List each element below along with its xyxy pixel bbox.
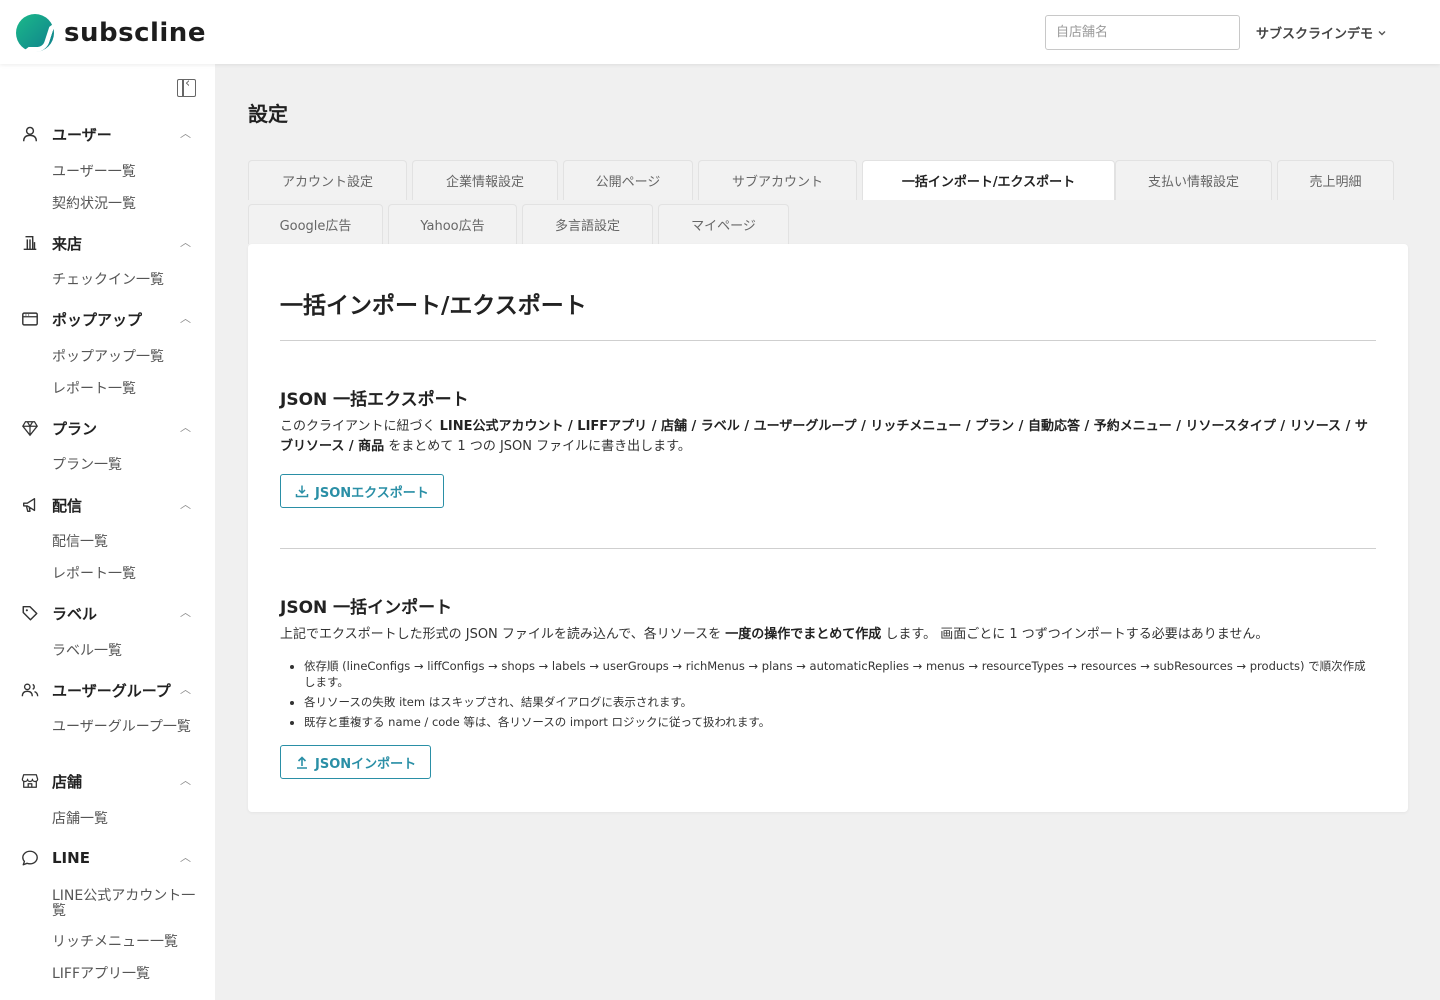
json-export-button-label: JSONエクスポート [315,485,429,501]
chevron-up-icon: ︿ [180,421,191,434]
divider [280,340,1376,341]
tab-public-page[interactable]: 公開ページ [563,160,693,200]
megaphone-icon [20,495,40,515]
sidebar-item-broadcast-list[interactable]: 配信一覧 [52,535,202,550]
sidebar-group-visit[interactable]: 来店 ︿ [20,232,195,254]
chevron-up-icon: ︿ [180,312,191,325]
sidebar-group-label: 店舗 [52,772,83,791]
upload-icon [297,756,307,769]
sidebar-item-contract-status[interactable]: 契約状況一覧 [52,197,202,212]
json-import-button[interactable]: JSONインポート [280,745,432,779]
tab-sales-details[interactable]: 売上明細 [1277,160,1394,200]
sidebar-group-label: LINE [52,849,90,867]
import-description: 上記でエクスポートした形式の JSON ファイルを読み込んで、各リソースを 一度… [280,625,1376,645]
top-header: subscline サブスクラインデモ [0,0,1440,64]
list-item: 依存順 (lineConfigs → liffConfigs → shops →… [304,658,1376,690]
tab-yahoo-ads[interactable]: Yahoo広告 [388,204,517,244]
page-title: 設定 [248,102,288,126]
sidebar-item-line-account-list[interactable]: LINE公式アカウント一覧 [52,889,202,919]
json-import-button-label: JSONインポート [315,756,417,772]
import-desc-suffix: します。 画面ごとに 1 つずつインポートする必要はありません。 [881,627,1269,642]
sidebar-group-label: ユーザー [52,125,112,144]
tab-account-settings[interactable]: アカウント設定 [248,160,407,200]
sidebar-group-label: 来店 [52,234,83,253]
sidebar-group-broadcast[interactable]: 配信 ︿ [20,494,195,516]
tag-icon [20,603,40,623]
sidebar-group-user[interactable]: ユーザー ︿ [20,123,195,145]
sidebar-group-label[interactable]: ラベル ︿ [20,602,195,624]
export-desc-suffix: をまとめて 1 つの JSON ファイルに書き出します。 [384,439,691,454]
panel-title: 一括インポート/エクスポート [280,293,587,319]
chevron-up-icon: ︿ [180,127,191,140]
divider [280,548,1376,549]
sidebar-item-user-list[interactable]: ユーザー一覧 [52,165,202,180]
list-item: 既存と重複する name / code 等は、各リソースの import ロジッ… [304,714,1376,730]
chat-icon [20,848,40,868]
tab-my-page[interactable]: マイページ [658,204,789,244]
sidebar-group-user-group[interactable]: ユーザーグループ ︿ [20,679,195,701]
chevron-up-icon: ︿ [180,774,191,787]
sidebar-group-label: ユーザーグループ [52,681,171,700]
tab-bulk-import-export[interactable]: 一括インポート/エクスポート [862,160,1115,200]
tab-google-ads[interactable]: Google広告 [248,204,383,244]
sidebar-group-label: ポップアップ [52,310,143,329]
chevron-down-icon [1378,30,1386,35]
users-icon [20,680,40,700]
shop-search-input[interactable] [1045,15,1240,50]
chevron-up-icon: ︿ [180,683,191,696]
import-section-title: JSON 一括インポート [280,598,453,618]
sidebar-group-plan[interactable]: プラン ︿ [20,417,195,439]
sidebar-item-popup-report-list[interactable]: レポート一覧 [52,382,202,397]
tab-multi-language[interactable]: 多言語設定 [522,204,653,244]
sidebar-group-popup[interactable]: ポップアップ ︿ [20,308,195,330]
building-icon [20,233,40,253]
window-icon [20,309,40,329]
sidebar-item-store-list[interactable]: 店舗一覧 [52,812,202,827]
logo[interactable]: subscline [16,14,206,52]
list-item: 各リソースの失敗 item はスキップされ、結果ダイアログに表示されます。 [304,694,1376,710]
store-icon [20,771,40,791]
export-section-title: JSON 一括エクスポート [280,390,469,410]
export-description: このクライアントに紐づく LINE公式アカウント / LIFFアプリ / 店舗 … [280,417,1376,457]
import-desc-prefix: 上記でエクスポートした形式の JSON ファイルを読み込んで、各リソースを [280,627,726,642]
import-desc-emphasis: 一度の操作でまとめて作成 [725,627,882,642]
sidebar-group-store[interactable]: 店舗 ︿ [20,770,195,792]
chevron-up-icon: ︿ [180,851,191,864]
sidebar-group-label: プラン [52,419,98,438]
import-notes-list: 依存順 (lineConfigs → liffConfigs → shops →… [304,658,1376,734]
logo-text: subscline [64,18,206,48]
bulk-import-export-panel: 一括インポート/エクスポート JSON 一括エクスポート このクライアントに紐づ… [248,244,1408,812]
user-icon [20,124,40,144]
tab-payment-info[interactable]: 支払い情報設定 [1115,160,1272,200]
account-menu[interactable]: サブスクラインデモ [1256,23,1387,42]
sidebar-item-label-list[interactable]: ラベル一覧 [52,644,202,659]
chevron-up-icon: ︿ [180,236,191,249]
sidebar-item-liff-app-list[interactable]: LIFFアプリ一覧 [52,967,202,982]
export-desc-prefix: このクライアントに紐づく [280,419,440,434]
chevron-up-icon: ︿ [180,498,191,511]
sidebar-group-label: ラベル [52,604,98,623]
sidebar-item-rich-menu-list[interactable]: リッチメニュー一覧 [52,935,202,950]
account-name: サブスクラインデモ [1256,27,1374,42]
tab-sub-account[interactable]: サブアカウント [698,160,857,200]
sidebar-item-checkin-list[interactable]: チェックイン一覧 [52,273,202,288]
download-icon [295,485,309,498]
sidebar-group-label: 配信 [52,496,83,515]
sidebar-item-plan-list[interactable]: プラン一覧 [52,458,202,473]
logo-mark-icon [16,14,54,52]
diamond-icon [20,418,40,438]
json-export-button[interactable]: JSONエクスポート [280,474,444,508]
sidebar-item-popup-list[interactable]: ポップアップ一覧 [52,350,202,365]
sidebar: ユーザー ︿ ユーザー一覧 契約状況一覧 来店 ︿ チェックイン一覧 ポップアッ… [0,64,215,1000]
sidebar-item-user-group-list[interactable]: ユーザーグループ一覧 [52,720,202,735]
sidebar-collapse-icon[interactable] [177,76,196,97]
chevron-up-icon: ︿ [180,606,191,619]
sidebar-item-broadcast-report-list[interactable]: レポート一覧 [52,567,202,582]
sidebar-group-line[interactable]: LINE ︿ [20,847,195,869]
tab-company-info[interactable]: 企業情報設定 [412,160,558,200]
